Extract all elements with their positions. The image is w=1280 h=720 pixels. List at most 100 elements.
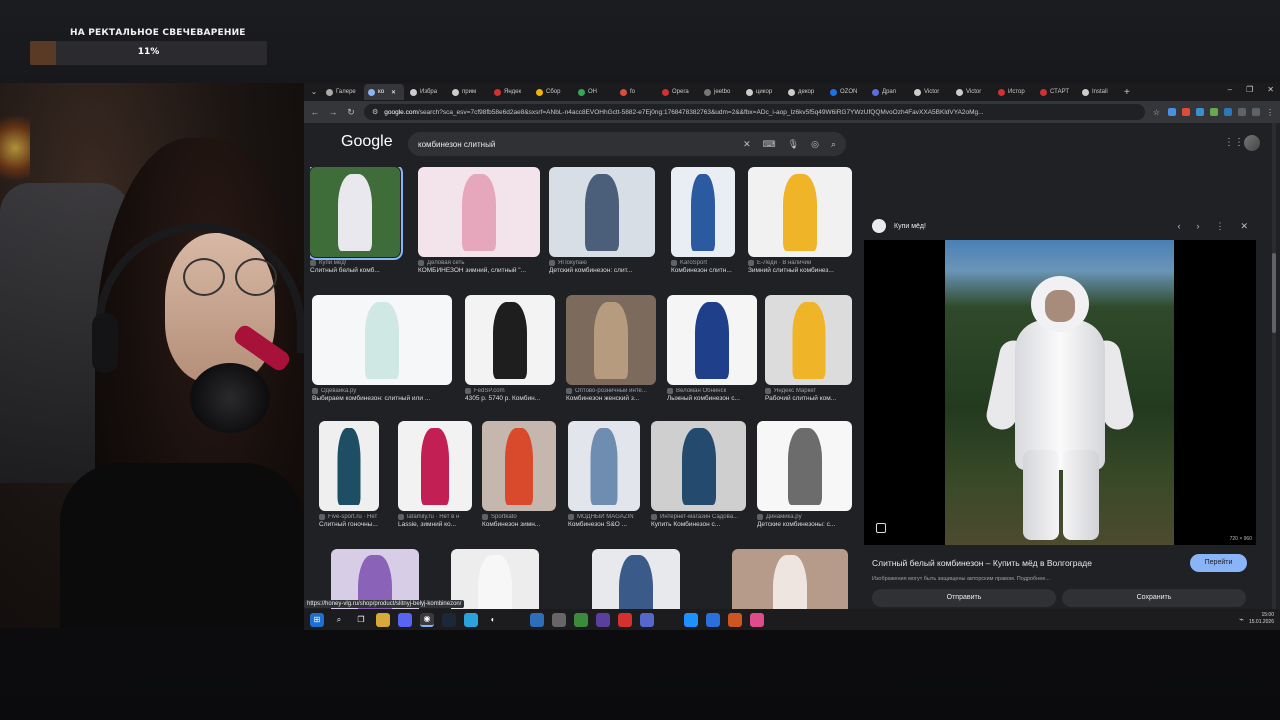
preview-site-name[interactable]: Купи мёд! (894, 223, 1177, 230)
result-thumbnail[interactable] (549, 167, 655, 257)
page-scrollbar[interactable] (1272, 123, 1276, 609)
result-source[interactable]: KaroSport (671, 260, 735, 266)
result-caption[interactable]: КОМБИНЕЗОН зимний, слитный "... (418, 267, 540, 274)
prev-chevron-icon[interactable]: ‹ (1177, 221, 1180, 232)
result-thumbnail[interactable] (592, 549, 680, 609)
image-result[interactable]: Одевайка.ру Выбираем комбинезон: слитный … (312, 295, 452, 402)
image-result[interactable]: Five-sport.ru · Нет Слитный гоночны... (319, 421, 379, 528)
image-result[interactable] (451, 549, 539, 609)
result-caption[interactable]: Детские комбинезоны: с... (757, 521, 852, 528)
scrollbar-thumb[interactable] (1272, 253, 1276, 333)
result-thumbnail[interactable] (312, 295, 452, 385)
image-result[interactable]: Динамика.ру Детские комбинезоны: с... (757, 421, 852, 528)
browser-tab[interactable]: цикор (742, 84, 782, 100)
search-input[interactable]: комбинезон слитный (418, 140, 743, 149)
result-caption[interactable]: Lassie, зимний ко... (398, 521, 472, 528)
result-thumbnail[interactable] (398, 421, 472, 511)
tray-icon[interactable]: ⌁ (1239, 615, 1244, 624)
app-icon[interactable] (574, 612, 588, 627)
search-icon[interactable]: ⌕ (831, 139, 836, 150)
new-tab-plus-icon[interactable]: + (1124, 87, 1130, 98)
result-thumbnail[interactable] (667, 295, 757, 385)
result-thumbnail[interactable] (651, 421, 746, 511)
minimize-icon[interactable]: – (1228, 85, 1232, 94)
back-arrow-icon[interactable]: ← (310, 107, 320, 117)
start-windows-icon[interactable]: ⊞ (310, 612, 324, 627)
browser-tab[interactable]: Victor (952, 84, 992, 100)
tab-search-chevron-icon[interactable]: ⌄ (308, 86, 320, 98)
result-source[interactable]: Веломан Обнинск (667, 388, 757, 394)
browser-tab[interactable]: Галере (322, 84, 362, 100)
browser-tab[interactable]: Истор (994, 84, 1034, 100)
result-caption[interactable]: Выбираем комбинезон: слитный или ... (312, 395, 452, 402)
browser-tab[interactable]: Яндек (490, 84, 530, 100)
profile-icon[interactable] (1252, 108, 1260, 116)
menu-kebab-icon[interactable]: ⋮ (1266, 108, 1274, 117)
result-source[interactable]: Sportkato (482, 514, 556, 520)
forward-arrow-icon[interactable]: → (328, 107, 338, 117)
browser-tab[interactable]: Opera (658, 84, 698, 100)
document-icon[interactable] (662, 613, 676, 627)
result-caption[interactable]: Слитный белый комб... (310, 267, 400, 274)
image-result[interactable]: lafamily.ru · Нет в н Lassie, зимний ко..… (398, 421, 472, 528)
result-source[interactable]: Интернет-магазин Садова... (651, 514, 746, 520)
image-result[interactable]: KaroSport Комбинезон слитн... (671, 167, 735, 274)
more-options-icon[interactable]: ⋮ (1215, 221, 1224, 232)
result-thumbnail[interactable] (568, 421, 640, 511)
result-caption[interactable]: Комбинезон женский з... (566, 395, 656, 402)
bookmark-star-icon[interactable]: ☆ (1153, 108, 1160, 117)
close-tab-icon[interactable]: ✕ (391, 89, 396, 96)
search-icon[interactable]: ⌕ (332, 613, 346, 627)
result-thumbnail[interactable] (748, 167, 852, 257)
result-thumbnail[interactable] (566, 295, 656, 385)
share-button[interactable]: Отправить (872, 589, 1056, 607)
browser-tab[interactable]: Избра (406, 84, 446, 100)
voice-search-icon[interactable]: 🎙 (788, 139, 799, 150)
search-box[interactable]: комбинезон слитный ✕ ⌨ 🎙 ◎ ⌕ (408, 132, 846, 156)
url-field[interactable]: ⚙ google.com/search?sca_esv=7cf98fb58e6d… (364, 104, 1145, 120)
result-thumbnail[interactable] (482, 421, 556, 511)
image-result[interactable]: Интернет-магазин Садова... Купить Комбине… (651, 421, 746, 528)
account-avatar[interactable] (1244, 135, 1260, 151)
reload-icon[interactable]: ↻ (346, 107, 356, 118)
result-source[interactable]: Five-sport.ru · Нет (319, 514, 379, 520)
yandex-browser-icon[interactable] (618, 612, 632, 627)
next-chevron-icon[interactable]: › (1196, 221, 1199, 232)
result-caption[interactable]: Детский комбинезон: слит... (549, 267, 655, 274)
notepad-icon[interactable] (508, 613, 522, 627)
image-result[interactable]: МОДНЫЙ MAGAZIN Комбинезон S&O ... (568, 421, 640, 528)
telegram-icon[interactable] (464, 612, 478, 627)
discord-icon[interactable] (398, 612, 412, 627)
preview-title[interactable]: Слитный белый комбинезон – Купить мёд в … (872, 558, 1092, 568)
result-thumbnail[interactable] (418, 167, 540, 257)
obs-icon[interactable]: ◐ (486, 613, 500, 627)
chrome-icon[interactable]: ◉ (420, 612, 434, 627)
result-source[interactable]: ЯПокупаю (549, 260, 655, 266)
result-thumbnail[interactable] (310, 167, 403, 260)
lens-icon[interactable]: ◎ (811, 139, 819, 150)
task-view-icon[interactable]: ❐ (354, 613, 368, 627)
close-preview-icon[interactable]: ✕ (1240, 221, 1248, 232)
result-caption[interactable]: 4305 р. 5740 р. Комбин... (465, 395, 555, 402)
file-explorer-icon[interactable] (376, 612, 390, 627)
result-source[interactable]: Динамика.ру (757, 514, 852, 520)
close-window-icon[interactable]: ✕ (1267, 85, 1274, 94)
steam-icon[interactable] (442, 612, 456, 627)
extension-icon[interactable] (1224, 108, 1232, 116)
browser-tab[interactable]: OZON (826, 84, 866, 100)
app-icon[interactable] (596, 612, 610, 627)
browser-tab[interactable]: декор (784, 84, 824, 100)
app-icon[interactable] (640, 612, 654, 627)
app-icon[interactable] (750, 612, 764, 627)
app-icon[interactable] (706, 612, 720, 627)
result-caption[interactable]: Комбинезон слитн... (671, 267, 735, 274)
image-result[interactable]: ЯПокупаю Детский комбинезон: слит... (549, 167, 655, 274)
result-source[interactable]: Е-Леди · В наличии (748, 260, 852, 266)
result-thumbnail[interactable] (465, 295, 555, 385)
image-result[interactable]: Яндекс Маркет Рабочий слитный ком... (765, 295, 852, 402)
clear-icon[interactable]: ✕ (743, 139, 751, 150)
image-result[interactable]: Оптово-розничный инте... Комбинезон женск… (566, 295, 656, 402)
save-button[interactable]: Сохранить (1062, 589, 1246, 607)
browser-tab[interactable]: Драп (868, 84, 908, 100)
extension-icon[interactable] (1210, 108, 1218, 116)
